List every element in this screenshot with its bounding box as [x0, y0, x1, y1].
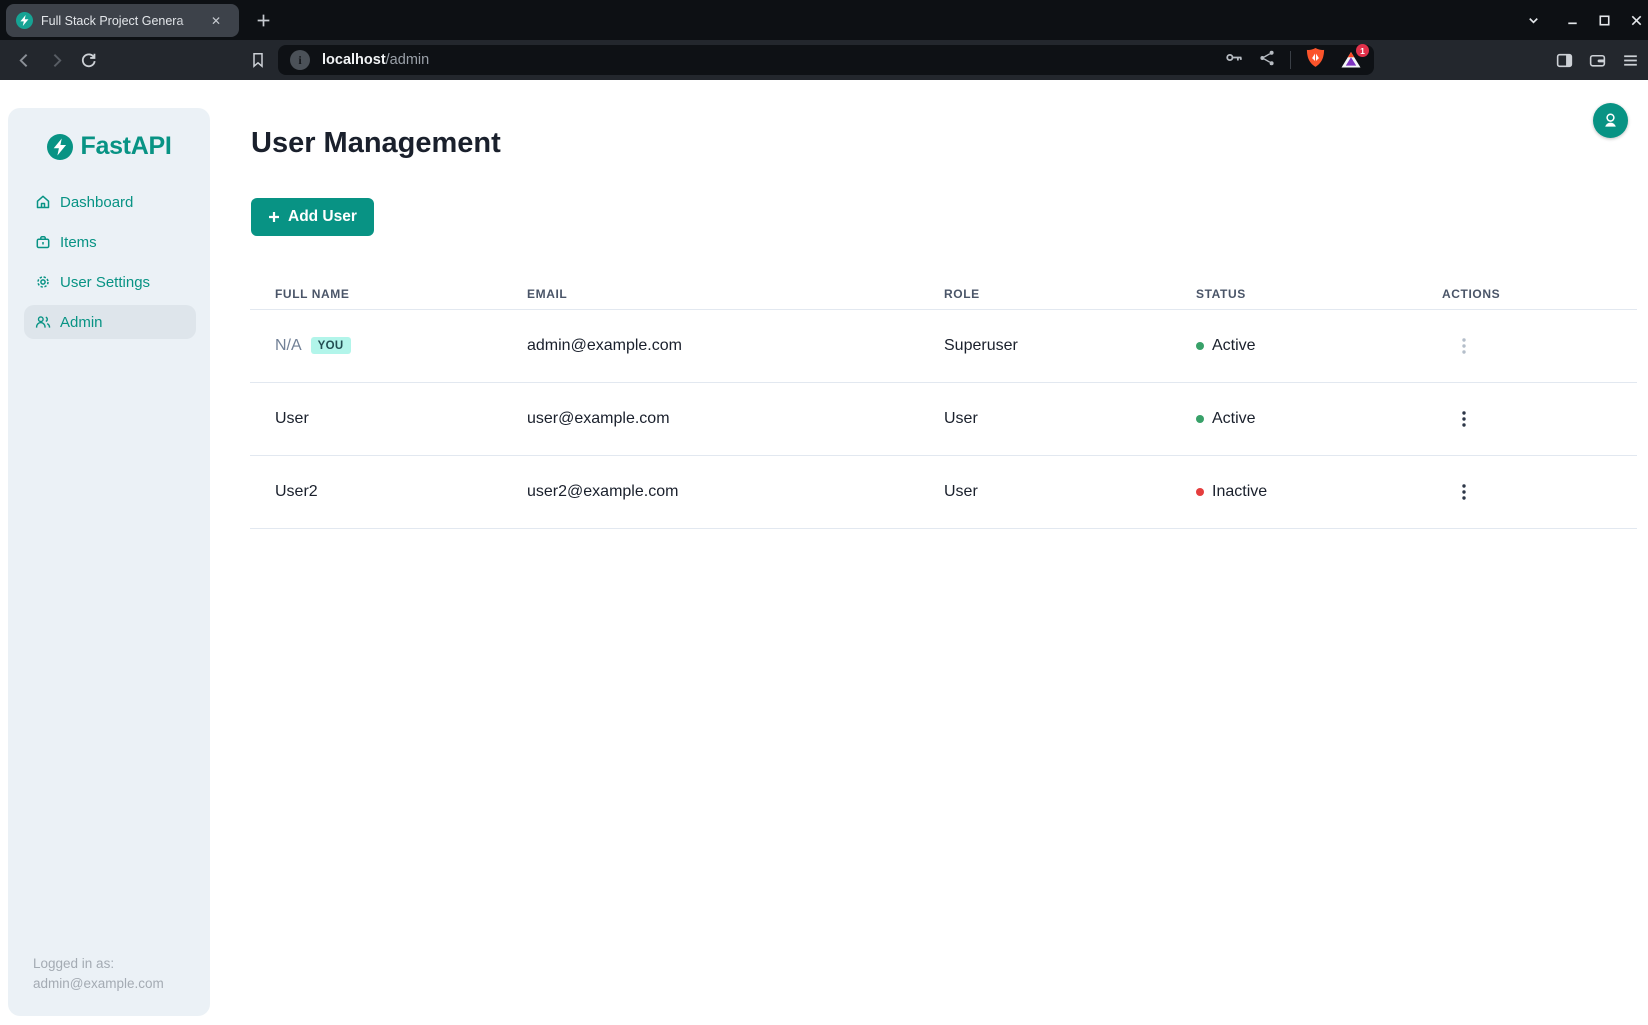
menu-icon[interactable] [1618, 49, 1642, 71]
tab-search-chevron-down-icon[interactable] [1521, 9, 1545, 31]
address-bar[interactable]: i localhost/admin [278, 45, 1374, 75]
sidebar-nav: Dashboard Items User Settings [8, 185, 210, 339]
row-actions-menu-icon[interactable] [1452, 407, 1476, 431]
url-host: localhost [322, 52, 386, 68]
column-header-status: STATUS [1196, 287, 1442, 301]
browser-toolbar: i localhost/admin [0, 40, 1648, 80]
table-header-row: FULL NAME EMAIL ROLE STATUS ACTIONS [250, 278, 1637, 310]
sidebar-item-dashboard[interactable]: Dashboard [8, 185, 210, 219]
sidebar-footer: Logged in as: admin@example.com [33, 954, 164, 994]
cell-full-name: User [275, 410, 527, 428]
status-dot [1196, 415, 1204, 423]
add-user-label: Add User [288, 208, 357, 226]
url-path: /admin [386, 52, 430, 68]
cell-status: Inactive [1196, 483, 1442, 501]
logged-in-label: Logged in as: [33, 954, 164, 974]
users-table: FULL NAME EMAIL ROLE STATUS ACTIONS N/AY… [250, 278, 1637, 529]
cell-role: Superuser [944, 337, 1196, 355]
share-icon[interactable] [1258, 49, 1276, 72]
sidebar-item-user-settings[interactable]: User Settings [8, 265, 210, 299]
sidebar-item-items[interactable]: Items [8, 225, 210, 259]
back-icon[interactable] [12, 49, 36, 71]
cell-role: User [944, 410, 1196, 428]
you-badge: YOU [311, 337, 351, 354]
cell-email: admin@example.com [527, 337, 944, 355]
cell-role: User [944, 483, 1196, 501]
column-header-full-name: FULL NAME [275, 287, 527, 301]
fastapi-bolt-icon [16, 12, 33, 29]
sidebar-item-label: Dashboard [60, 194, 133, 211]
forward-icon[interactable] [44, 49, 68, 71]
cell-status: Active [1196, 337, 1442, 355]
home-icon [35, 194, 51, 210]
key-icon[interactable] [1225, 48, 1244, 72]
tab-strip: Full Stack Project Genera ✕ [0, 0, 1648, 40]
divider [1290, 51, 1291, 69]
sidebar-item-admin[interactable]: Admin [24, 305, 196, 339]
table-row: User2 user2@example.com User Inactive [250, 456, 1637, 529]
column-header-actions: ACTIONS [1442, 287, 1637, 301]
maximize-icon[interactable] [1592, 9, 1616, 31]
gear-icon [35, 274, 51, 290]
add-user-button[interactable]: Add User [251, 198, 374, 236]
column-header-email: EMAIL [527, 287, 944, 301]
cell-email: user@example.com [527, 410, 944, 428]
new-tab-button[interactable] [252, 9, 274, 31]
logged-in-email: admin@example.com [33, 974, 164, 994]
brave-rewards-icon[interactable]: 1 [1340, 49, 1362, 71]
minimize-icon[interactable] [1560, 9, 1584, 31]
browser-tab[interactable]: Full Stack Project Genera ✕ [6, 4, 239, 37]
brave-shield-icon[interactable] [1305, 47, 1326, 73]
url-text: localhost/admin [322, 52, 429, 68]
wallet-icon[interactable] [1585, 49, 1609, 71]
cell-email: user2@example.com [527, 483, 944, 501]
row-actions-menu-icon [1452, 334, 1476, 358]
tab-close-icon[interactable]: ✕ [207, 12, 225, 30]
cell-status: Active [1196, 410, 1442, 428]
fastapi-logo: FastAPI [8, 132, 210, 161]
column-header-role: ROLE [944, 287, 1196, 301]
plus-icon [268, 211, 280, 223]
tab-title: Full Stack Project Genera [41, 14, 207, 28]
sidebar-item-label: Items [60, 234, 97, 251]
cell-full-name: N/AYOU [275, 337, 527, 355]
user-menu-button[interactable] [1593, 103, 1628, 138]
reload-icon[interactable] [76, 49, 100, 71]
user-icon [1601, 111, 1620, 130]
side-panel-icon[interactable] [1552, 49, 1576, 71]
page-title: User Management [251, 127, 501, 160]
sidebar: FastAPI Dashboard Items [8, 108, 210, 1016]
cell-full-name: User2 [275, 483, 527, 501]
status-dot [1196, 488, 1204, 496]
fastapi-bolt-icon [47, 134, 73, 160]
table-row: N/AYOU admin@example.com Superuser Activ… [250, 310, 1637, 383]
sidebar-item-label: Admin [60, 314, 103, 331]
rewards-notification-badge: 1 [1356, 44, 1369, 57]
users-icon [35, 314, 51, 330]
close-icon[interactable] [1624, 9, 1648, 31]
sidebar-item-label: User Settings [60, 274, 150, 291]
status-dot [1196, 342, 1204, 350]
bookmark-icon[interactable] [246, 49, 270, 71]
info-icon[interactable]: i [290, 50, 310, 70]
row-actions-menu-icon[interactable] [1452, 480, 1476, 504]
page-content: FastAPI Dashboard Items [0, 80, 1648, 1025]
logo-text: FastAPI [81, 132, 172, 161]
table-row: User user@example.com User Active [250, 383, 1637, 456]
briefcase-icon [35, 234, 51, 250]
